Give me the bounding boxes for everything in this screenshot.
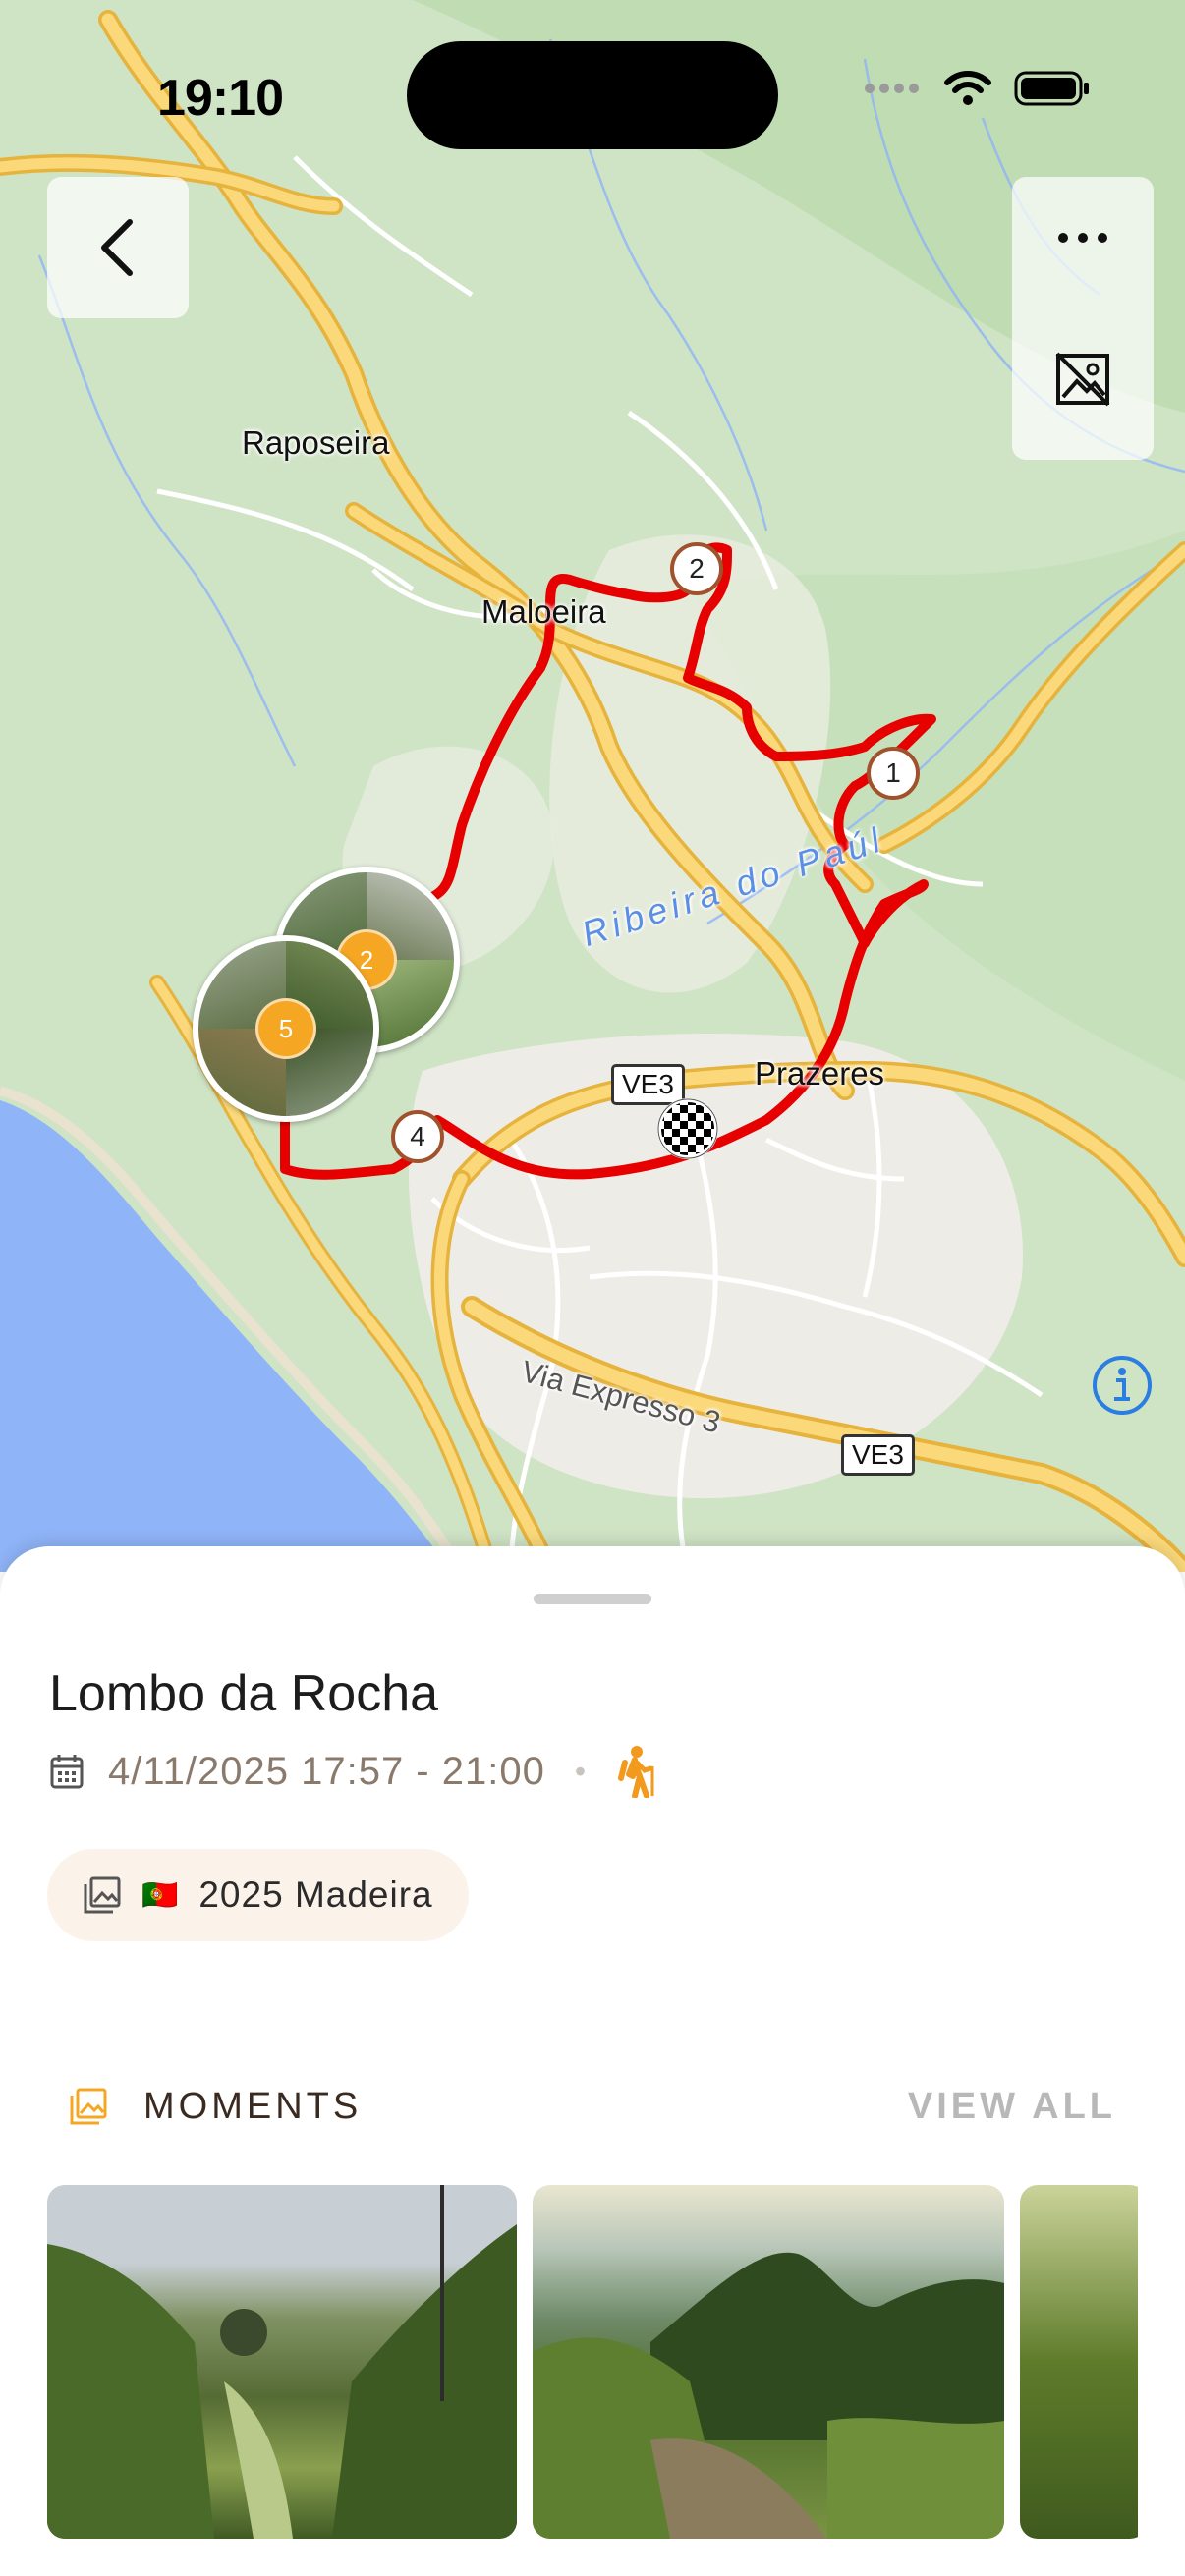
- moment-photo[interactable]: [533, 2185, 1004, 2539]
- finish-flag-icon[interactable]: [656, 1097, 719, 1160]
- wifi-icon: [944, 71, 991, 105]
- map-label-prazeres: Prazeres: [755, 1055, 885, 1092]
- moments-header: MOMENTS VIEW ALL: [69, 2067, 1116, 2146]
- dynamic-island: [407, 41, 778, 149]
- waypoint-marker[interactable]: 1: [867, 747, 920, 800]
- track-date-range: 4/11/2025 17:57 - 21:00: [108, 1749, 545, 1793]
- waypoint-marker[interactable]: 2: [670, 542, 723, 595]
- meta-separator: •: [574, 1753, 587, 1789]
- photo-cluster[interactable]: 5: [193, 935, 379, 1122]
- more-options-icon[interactable]: [1053, 228, 1112, 248]
- waypoint-marker[interactable]: 4: [391, 1110, 444, 1163]
- photo-album-icon: [84, 1876, 121, 1914]
- cluster-count-badge: 5: [255, 998, 316, 1059]
- collection-chip[interactable]: 🇵🇹 2025 Madeira: [47, 1849, 469, 1941]
- road-shield-ve3: VE3: [841, 1434, 915, 1476]
- moments-icon: [70, 2088, 107, 2125]
- map-view[interactable]: Raposeira Maloeira Prazeres Ribeira do P…: [0, 0, 1185, 1572]
- signal-icon: [865, 84, 919, 93]
- hiking-icon: [618, 1746, 654, 1798]
- moment-photo[interactable]: [47, 2185, 517, 2539]
- view-all-button[interactable]: VIEW ALL: [908, 2086, 1116, 2128]
- sheet-grabber[interactable]: [534, 1594, 651, 1604]
- map-label-maloeira: Maloeira: [481, 593, 606, 630]
- moments-title: MOMENTS: [143, 2085, 363, 2127]
- details-sheet[interactable]: Lombo da Rocha 4/11/2025 17:57 - 21:00 •…: [0, 1546, 1185, 2576]
- track-meta: 4/11/2025 17:57 - 21:00 •: [49, 1745, 658, 1798]
- moment-photo[interactable]: [1020, 2185, 1138, 2539]
- map-label-raposeira: Raposeira: [242, 424, 390, 461]
- map-tools: [1012, 177, 1154, 460]
- country-flag: 🇵🇹: [141, 1878, 180, 1912]
- info-icon[interactable]: [1091, 1354, 1154, 1417]
- track-title: Lombo da Rocha: [49, 1665, 439, 1722]
- battery-icon: [1014, 71, 1089, 106]
- chevron-left-icon: [101, 219, 133, 276]
- collection-label: 2025 Madeira: [198, 1875, 433, 1915]
- back-button[interactable]: [47, 177, 189, 318]
- moments-carousel[interactable]: [47, 2185, 1138, 2543]
- status-time: 19:10: [157, 70, 284, 127]
- calendar-icon: [50, 1755, 84, 1789]
- hide-photos-icon[interactable]: [1053, 350, 1112, 409]
- status-icons: [863, 69, 1091, 108]
